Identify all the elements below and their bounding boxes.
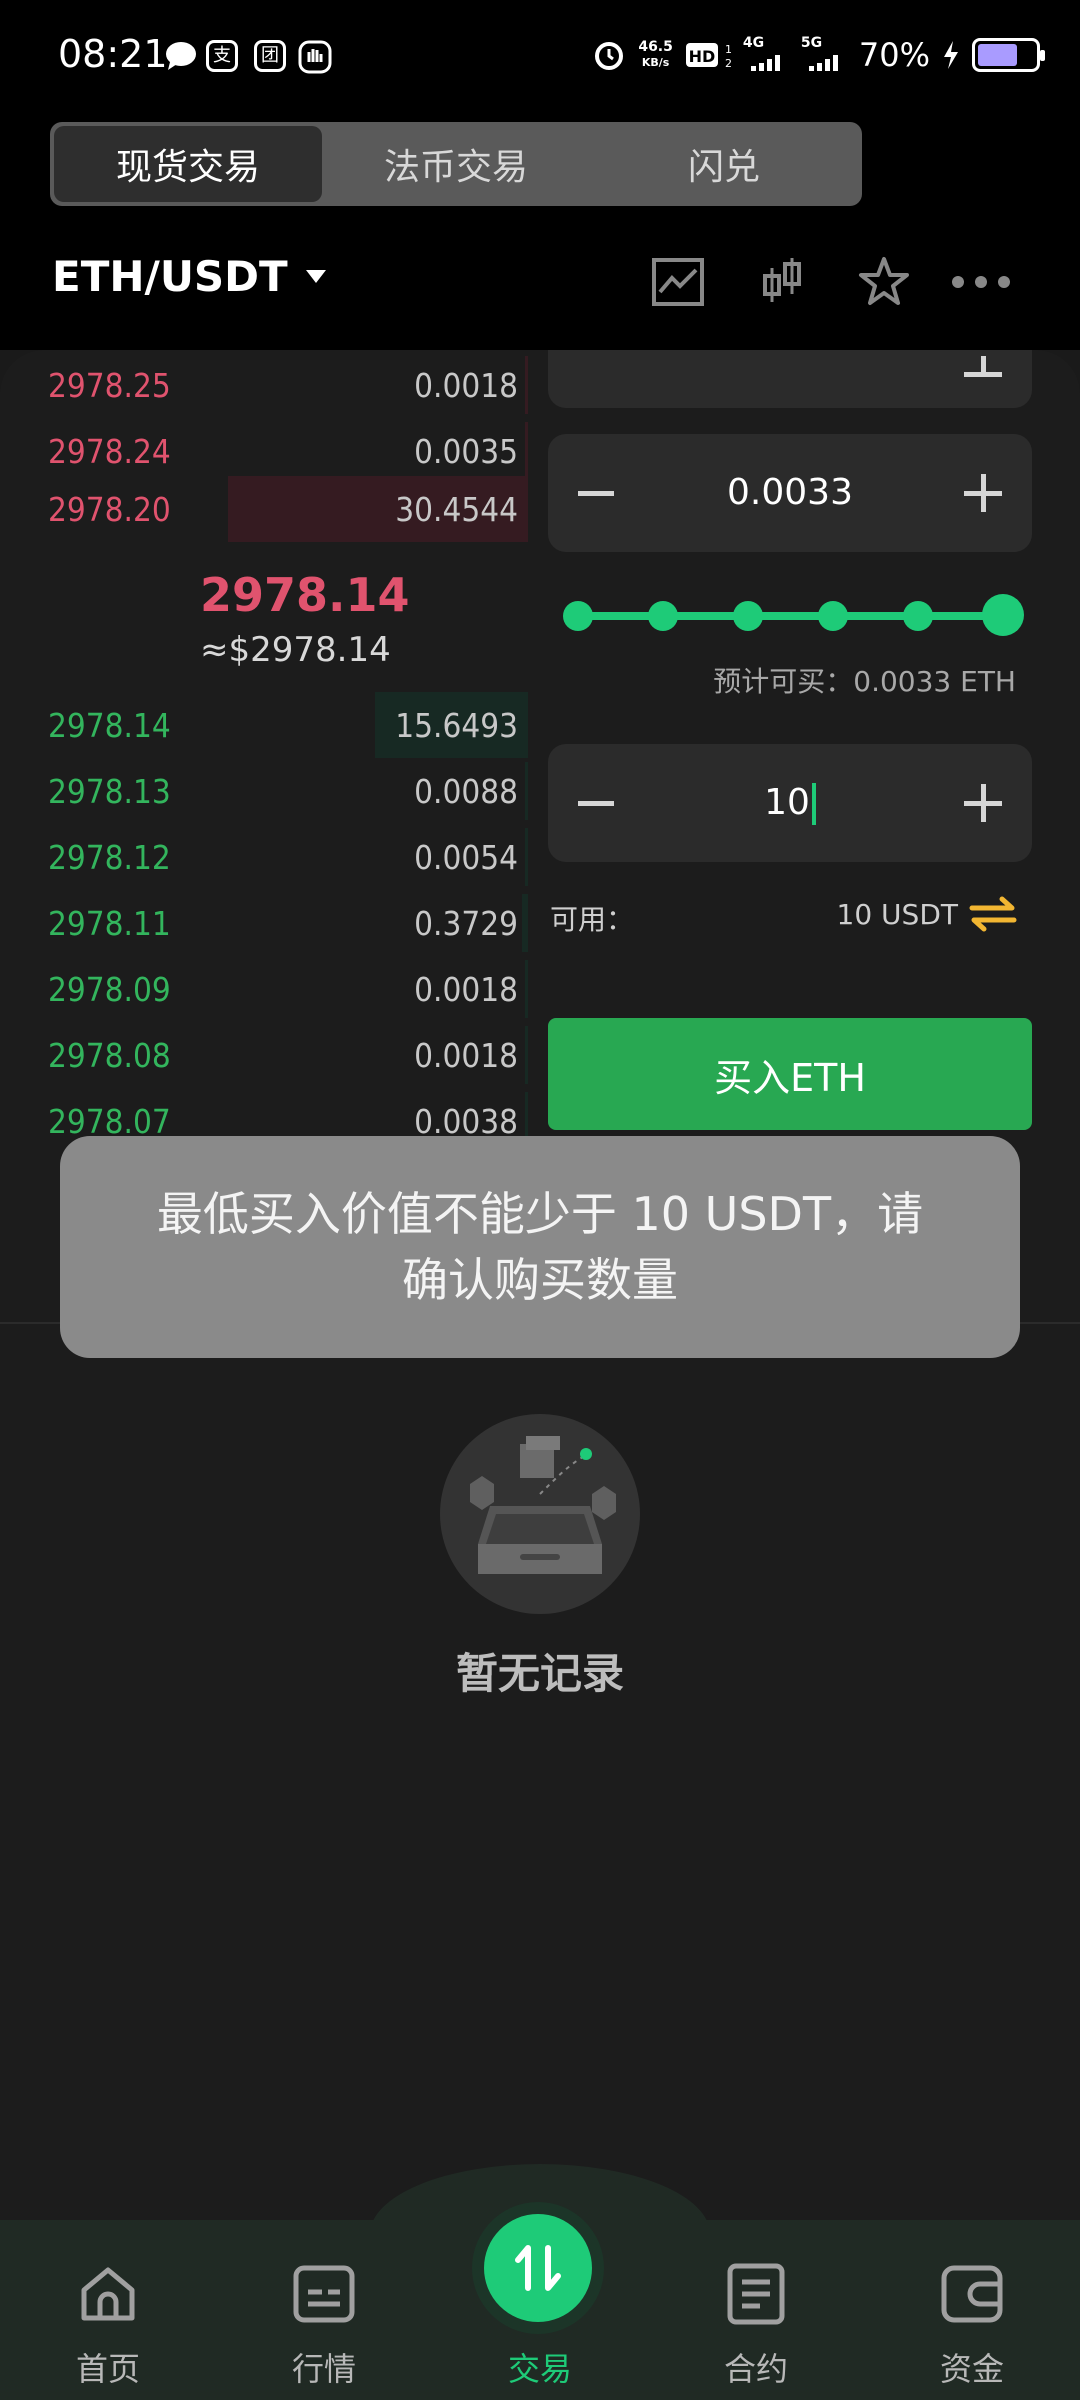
charging-icon — [944, 41, 958, 69]
status-right: 46.5 KB/s HD 1 2 4G 5G 70% — [592, 35, 1045, 74]
alarm-icon — [595, 42, 624, 70]
nav-funds[interactable]: 资金 — [864, 2220, 1080, 2400]
bid-row[interactable]: 2978.09 0.0018 — [48, 960, 528, 1018]
svg-text:2: 2 — [725, 57, 731, 70]
tab-convert[interactable]: 闪兑 — [590, 126, 858, 202]
status-bar: 08:21 支 团 46.5 KB/s HD 1 2 4G 5G 70% — [0, 0, 1080, 112]
slider-step-80[interactable] — [903, 601, 933, 631]
total-value: 10 — [548, 782, 1032, 825]
alipay-icon: 支 — [206, 40, 238, 72]
bid-row[interactable]: 2978.08 0.0018 — [48, 1026, 528, 1084]
nav-home[interactable]: 首页 — [0, 2220, 216, 2400]
market-icon — [293, 2265, 355, 2323]
hd-icon: HD 12 — [685, 43, 731, 70]
empty-state-text: 暂无记录 — [455, 1649, 624, 1698]
pair-selector[interactable]: ETH/USDT — [52, 252, 326, 301]
caret-down-icon — [305, 270, 326, 283]
more-icon[interactable] — [950, 254, 1012, 310]
buy-button[interactable]: 买入ETH — [548, 1018, 1032, 1130]
slider-step-20[interactable] — [648, 601, 678, 631]
battery-percent: 70% — [858, 36, 930, 74]
battery-icon — [972, 38, 1045, 72]
signal-5g-icon: 5G — [801, 35, 847, 71]
star-icon[interactable] — [856, 254, 912, 310]
price-input[interactable] — [548, 350, 1032, 408]
header: 现货交易 法币交易 闪兑 ETH/USDT — [0, 112, 1080, 350]
empty-box-illustration — [440, 1414, 640, 1614]
total-input[interactable]: 10 — [548, 744, 1032, 862]
amount-value: 0.0033 — [727, 472, 853, 513]
slider-knob[interactable] — [982, 594, 1024, 636]
toast-message: 最低买入价值不能少于 10 USDT，请确认购买数量 — [60, 1136, 1020, 1358]
last-price-fiat: ≈$2978.14 — [200, 630, 391, 670]
trade-type-tabs: 现货交易 法币交易 闪兑 — [50, 122, 862, 206]
nav-market[interactable]: 行情 — [216, 2220, 432, 2400]
candlestick-icon[interactable] — [754, 254, 810, 310]
bid-row[interactable]: 2978.11 0.3729 — [48, 894, 528, 952]
depth-bar — [525, 1026, 528, 1084]
home-icon — [81, 2267, 135, 2321]
chat-bubble-icon — [166, 42, 196, 70]
contract-icon — [727, 2263, 785, 2325]
wallet-icon — [941, 2265, 1003, 2323]
percent-slider[interactable] — [578, 612, 1002, 620]
depth-bar — [522, 894, 528, 952]
bid-row[interactable]: 2978.13 0.0088 — [48, 762, 528, 820]
depth-bar — [525, 422, 528, 480]
nav-contract[interactable]: 合约 — [648, 2220, 864, 2400]
available-label: 可用： — [550, 903, 635, 936]
ask-row[interactable]: 2978.20 30.4544 — [48, 476, 528, 542]
slider-step-60[interactable] — [818, 601, 848, 631]
net-speed: 46.5 KB/s — [638, 39, 673, 69]
transfer-icon[interactable] — [968, 894, 1018, 934]
svg-text:HD: HD — [689, 47, 716, 66]
tab-fiat[interactable]: 法币交易 — [322, 126, 590, 202]
bid-row[interactable]: 2978.14 15.6493 — [48, 692, 528, 758]
trade-center-button[interactable] — [484, 2214, 592, 2322]
slider-step-0[interactable] — [563, 601, 593, 631]
tab-spot[interactable]: 现货交易 — [54, 126, 322, 202]
hand-app-icon — [298, 40, 332, 74]
chart-icon[interactable] — [650, 254, 706, 310]
depth-bar — [525, 828, 528, 886]
depth-bar — [525, 960, 528, 1018]
last-price: 2978.14 — [200, 568, 410, 622]
svg-text:1: 1 — [725, 43, 731, 56]
text-cursor — [811, 783, 816, 825]
meituan-icon: 团 — [254, 40, 286, 72]
status-time: 08:21 — [58, 32, 168, 76]
depth-bar — [525, 356, 528, 414]
ask-row[interactable]: 2978.24 0.0035 — [48, 422, 528, 480]
amount-input[interactable]: 0.0033 — [548, 434, 1032, 552]
pair-label: ETH/USDT — [52, 252, 288, 301]
swap-arrows-icon — [515, 2245, 561, 2291]
depth-bar — [525, 762, 528, 820]
estimate-text: 预计可买：0.0033 ETH — [713, 665, 1016, 698]
signal-4g-icon: 4G — [743, 35, 789, 71]
ask-row[interactable]: 2978.25 0.0018 — [48, 356, 528, 414]
slider-step-40[interactable] — [733, 601, 763, 631]
bid-row[interactable]: 2978.12 0.0054 — [48, 828, 528, 886]
available-value: 10 USDT — [836, 898, 958, 931]
